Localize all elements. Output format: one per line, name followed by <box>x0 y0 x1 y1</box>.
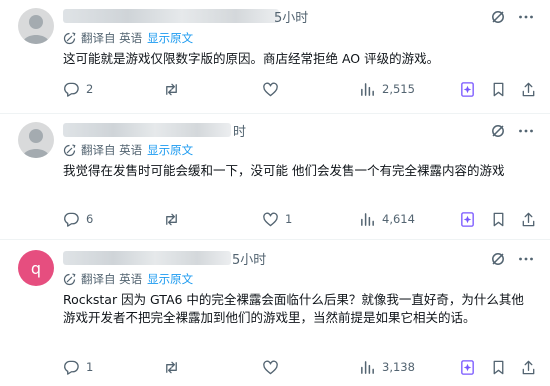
share-button[interactable] <box>520 358 537 376</box>
share-icon <box>522 360 535 374</box>
translation-label: 翻译自 英语 <box>81 31 143 45</box>
translation-notice: 翻译自 英语 显示原文 <box>63 30 193 46</box>
author-name-redacted[interactable] <box>63 123 231 137</box>
reply-button[interactable]: 2 <box>63 80 93 98</box>
grok-icon[interactable] <box>490 123 506 139</box>
avatar-silhouette-icon <box>22 129 50 158</box>
post-text: 我觉得在发售时可能会缓和一下，没可能 他们会发售一个有完全裸露内容的游戏 <box>63 163 505 178</box>
avatar[interactable] <box>18 8 54 44</box>
share-button[interactable] <box>520 80 537 98</box>
bookmark-button[interactable] <box>490 80 507 98</box>
translation-notice: 翻译自 英语 显示原文 <box>63 271 193 287</box>
reply-icon <box>64 82 79 97</box>
repost-icon <box>166 361 177 373</box>
avatar-silhouette-icon <box>22 15 50 44</box>
avatar[interactable]: q <box>18 250 54 286</box>
share-icon <box>522 212 535 226</box>
translation-label: 翻译自 英语 <box>81 143 143 157</box>
views-icon <box>361 82 374 96</box>
reply-icon <box>64 360 79 375</box>
post-actions: 2 2,515 <box>63 80 539 98</box>
like-button[interactable]: 1 <box>262 210 292 228</box>
bookmark-icon <box>493 82 504 96</box>
more-icon[interactable] <box>518 123 534 139</box>
post-text: 这可能就是游戏仅限数字版的原因。商店经常拒绝 AO 评级的游戏。 <box>63 51 440 66</box>
views-button[interactable]: 3,138 <box>359 358 415 376</box>
views-count: 2,515 <box>382 82 415 96</box>
translate-icon <box>63 143 76 156</box>
reply-count: 1 <box>86 360 94 374</box>
reply-button[interactable]: 6 <box>63 210 93 228</box>
like-icon <box>263 82 278 96</box>
views-count: 4,614 <box>382 212 415 226</box>
grok-explain-button[interactable] <box>459 358 476 376</box>
translation-label: 翻译自 英语 <box>81 272 143 286</box>
post-text: Rockstar 因为 GTA6 中的完全裸露会面临什么后果？就像我一直好奇，为… <box>63 292 524 325</box>
share-button[interactable] <box>520 210 537 228</box>
post-1[interactable]: 5小时 翻译自 英语 显示原文 这可能就是游戏仅限数字版的原因。商店经常拒绝 A… <box>0 0 550 113</box>
views-icon <box>361 212 374 226</box>
translation-notice: 翻译自 英语 显示原文 <box>63 142 193 158</box>
grok-icon <box>461 359 474 375</box>
share-icon <box>522 82 535 96</box>
repost-icon <box>166 213 177 225</box>
bookmark-button[interactable] <box>490 210 507 228</box>
repost-icon <box>166 83 177 95</box>
author-name-redacted[interactable] <box>63 251 231 265</box>
post-actions: 1 3,138 <box>63 358 539 376</box>
avatar[interactable] <box>18 122 54 158</box>
repost-button[interactable] <box>163 358 186 376</box>
show-original-link[interactable]: 显示原文 <box>147 271 193 287</box>
reply-count: 2 <box>86 82 94 96</box>
reply-button[interactable]: 1 <box>63 358 93 376</box>
grok-icon <box>461 211 474 227</box>
post-2[interactable]: 时 翻译自 英语 显示原文 我觉得在发售时可能会缓和一下，没可能 他们会发售一个… <box>0 114 550 239</box>
repost-button[interactable] <box>163 80 186 98</box>
reply-icon <box>64 212 79 227</box>
bookmark-button[interactable] <box>490 358 507 376</box>
grok-explain-button[interactable] <box>459 210 476 228</box>
translate-icon <box>63 272 76 285</box>
views-count: 3,138 <box>382 360 415 374</box>
views-button[interactable]: 2,515 <box>359 80 415 98</box>
repost-button[interactable] <box>163 210 186 228</box>
post-timestamp[interactable]: 5小时 <box>274 7 308 26</box>
bookmark-icon <box>493 360 504 374</box>
reply-count: 6 <box>86 212 94 226</box>
like-icon <box>263 360 278 374</box>
post-3[interactable]: q 5小时 翻译自 英语 显示原文 Rockstar 因为 GTA6 中的完全裸… <box>0 240 550 386</box>
grok-icon[interactable] <box>490 251 506 267</box>
show-original-link[interactable]: 显示原文 <box>147 142 193 158</box>
grok-icon[interactable] <box>490 9 506 25</box>
bookmark-icon <box>493 212 504 226</box>
like-button[interactable] <box>262 80 285 98</box>
post-timestamp[interactable]: 时 <box>233 121 246 140</box>
post-timestamp[interactable]: 5小时 <box>232 249 266 268</box>
like-button[interactable] <box>262 358 285 376</box>
grok-icon <box>461 81 474 97</box>
more-icon[interactable] <box>518 9 534 25</box>
grok-explain-button[interactable] <box>459 80 476 98</box>
views-icon <box>361 360 374 374</box>
translate-icon <box>63 31 76 44</box>
more-icon[interactable] <box>518 251 534 267</box>
author-name-redacted[interactable] <box>63 9 279 23</box>
views-button[interactable]: 4,614 <box>359 210 415 228</box>
show-original-link[interactable]: 显示原文 <box>147 30 193 46</box>
avatar-letter: q <box>30 258 42 278</box>
post-actions: 6 1 4,614 <box>63 210 539 228</box>
like-count: 1 <box>285 212 293 226</box>
like-icon <box>263 212 278 226</box>
